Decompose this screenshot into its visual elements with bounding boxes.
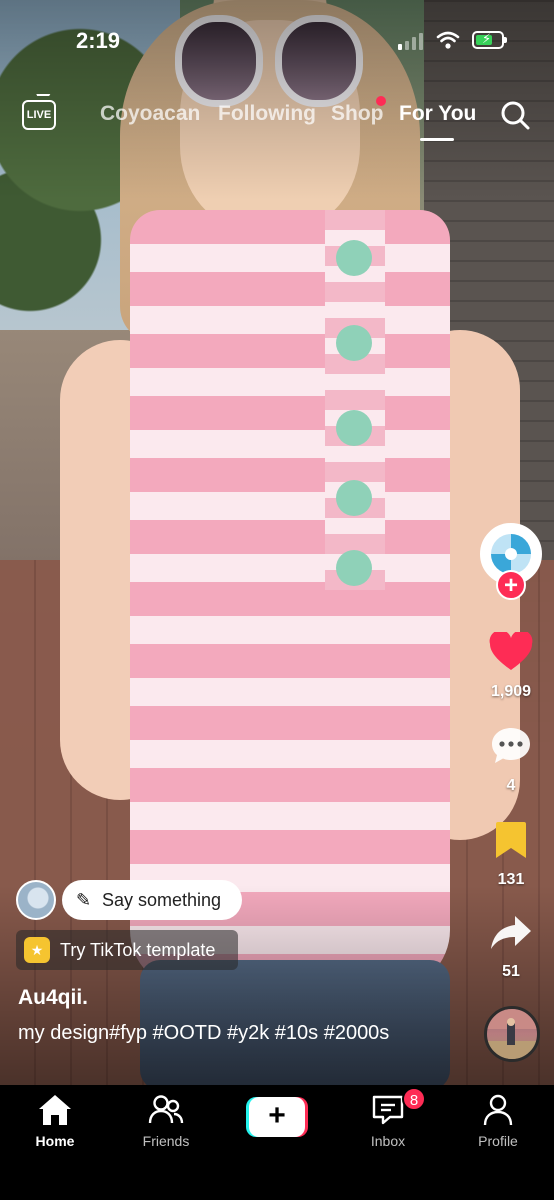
video-player[interactable] <box>0 0 554 1085</box>
tab-shop[interactable]: Shop <box>331 102 384 126</box>
share-arrow-icon <box>491 916 531 949</box>
template-label: Try TikTok template <box>60 940 216 960</box>
inbox-icon <box>372 1095 404 1125</box>
cellular-signal-icon <box>398 33 423 50</box>
say-something-label: Say something <box>102 890 222 910</box>
commenter-avatar[interactable] <box>16 880 56 920</box>
search-icon[interactable] <box>500 100 530 130</box>
like-count: 1,909 <box>490 683 532 700</box>
action-rail: + 1,909 4 131 51 <box>478 520 548 980</box>
nav-inbox-label: Inbox <box>370 1133 406 1149</box>
save-count: 131 <box>497 871 525 888</box>
battery-icon: ⚡ <box>472 31 507 49</box>
music-disc[interactable] <box>484 1006 540 1062</box>
status-bar: 2:19 ⚡ <box>0 0 554 70</box>
heart-icon <box>489 630 533 670</box>
tab-for-you[interactable]: For You <box>399 102 476 126</box>
status-time: 2:19 <box>76 28 121 53</box>
pencil-icon: ✎ <box>76 890 92 910</box>
nav-friends-label: Friends <box>142 1133 190 1149</box>
active-tab-indicator <box>420 138 454 141</box>
nav-home[interactable]: Home <box>15 1093 95 1149</box>
follow-plus-button[interactable]: + <box>496 570 526 600</box>
nav-home-label: Home <box>35 1133 75 1149</box>
nav-profile-label: Profile <box>478 1133 518 1149</box>
say-something-button[interactable]: ✎ Say something <box>62 880 242 920</box>
home-icon <box>39 1095 71 1125</box>
nav-profile[interactable]: Profile <box>458 1093 538 1149</box>
tab-coyoacan[interactable]: Coyoacan <box>100 102 200 126</box>
live-icon[interactable]: LIVE <box>22 100 56 130</box>
share-count: 51 <box>502 963 520 980</box>
bookmark-icon <box>496 822 526 858</box>
bottom-nav: Home Friends + Inbox 8 Profile <box>0 1085 554 1200</box>
creator-username[interactable]: Au4qii. <box>18 986 88 1010</box>
wifi-icon <box>436 31 460 49</box>
like-button[interactable]: 1,909 <box>478 630 544 701</box>
shop-notification-dot <box>376 96 386 106</box>
profile-icon <box>483 1094 513 1126</box>
nav-friends[interactable]: Friends <box>126 1093 206 1149</box>
comment-icon <box>492 728 530 763</box>
friends-icon <box>148 1095 184 1124</box>
try-template-button[interactable]: ★ Try TikTok template <box>16 930 238 970</box>
inbox-badge: 8 <box>402 1087 426 1111</box>
plus-icon: + <box>249 1097 305 1137</box>
video-caption[interactable]: my design#fyp #OOTD #y2k #10s #2000s <box>18 1020 458 1046</box>
comment-count: 4 <box>506 777 516 794</box>
share-button[interactable]: 51 <box>478 912 544 981</box>
music-cover-icon <box>487 1009 537 1059</box>
comment-button[interactable]: 4 <box>478 726 544 795</box>
create-button[interactable]: + <box>246 1097 308 1137</box>
top-nav: LIVE Coyoacan Following Shop For You <box>0 96 554 141</box>
save-button[interactable]: 131 <box>478 820 544 889</box>
tab-following[interactable]: Following <box>218 102 316 126</box>
template-icon: ★ <box>24 937 50 963</box>
